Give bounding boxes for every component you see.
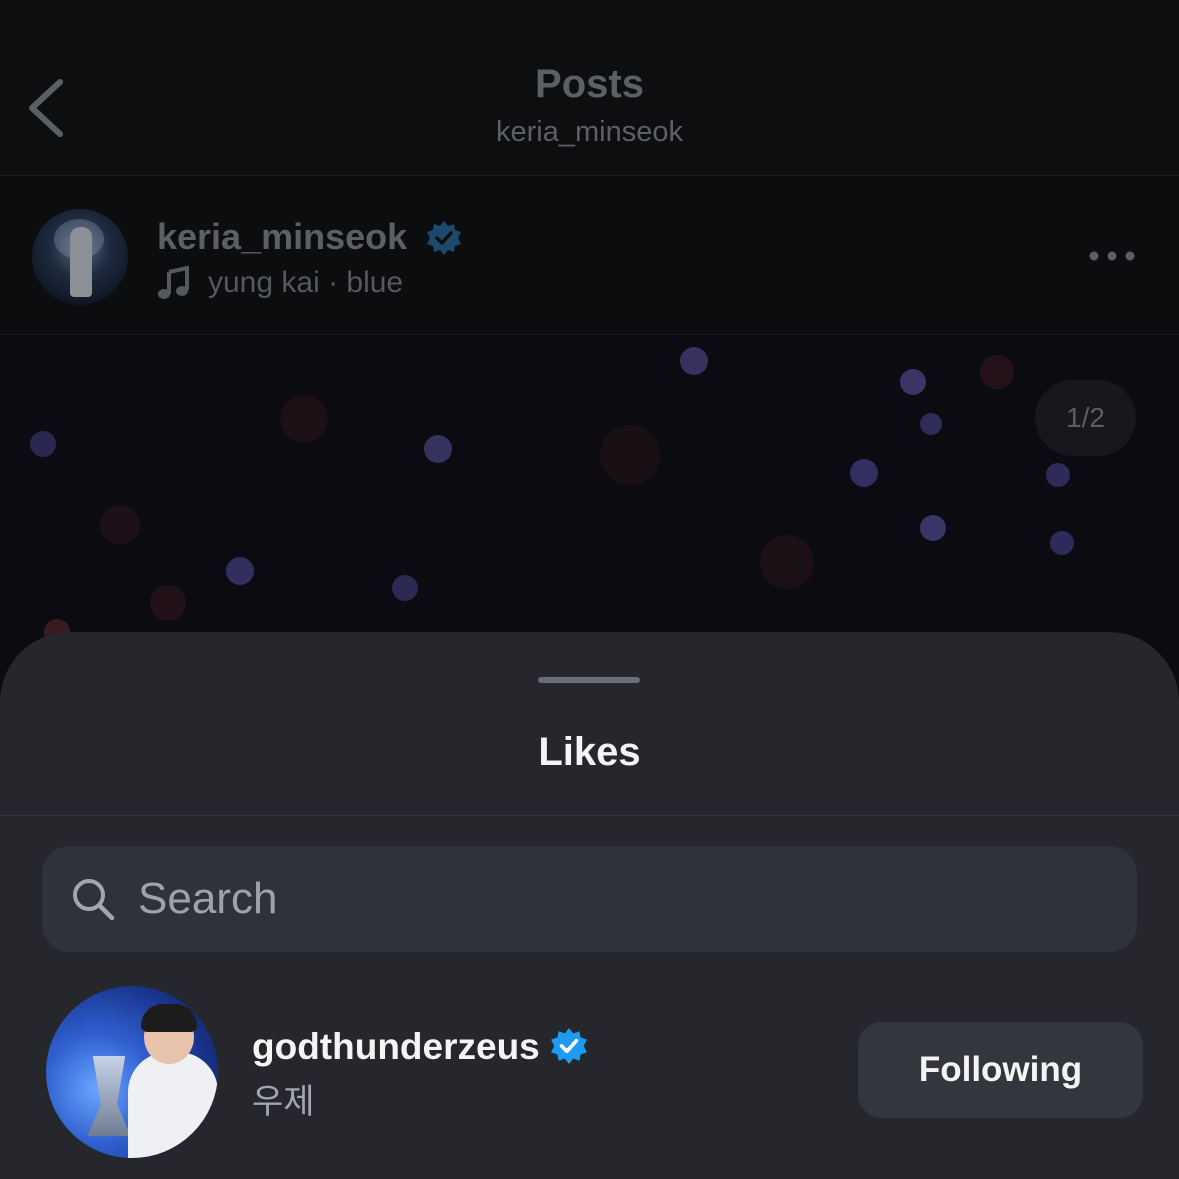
avatar[interactable]	[46, 986, 218, 1158]
bokeh-light	[1046, 463, 1070, 487]
bokeh-light	[1050, 531, 1074, 555]
post-music-label[interactable]: yung kai · blue	[208, 266, 403, 300]
more-options-icon[interactable]	[1086, 246, 1138, 266]
bokeh-light	[226, 557, 254, 585]
bokeh-light	[850, 459, 878, 487]
avatar-hair	[141, 1004, 197, 1032]
bokeh-light	[760, 535, 814, 589]
page-title: Posts	[535, 62, 644, 106]
bokeh-light	[424, 435, 452, 463]
post-author-username[interactable]: keria_minseok	[157, 216, 407, 258]
verified-badge-icon	[427, 221, 461, 255]
bokeh-light	[900, 369, 926, 395]
search-input[interactable]	[138, 866, 1038, 932]
avatar-figure	[70, 227, 92, 297]
page-subtitle: keria_minseok	[496, 116, 683, 148]
music-note-icon	[158, 266, 189, 299]
bokeh-light	[600, 425, 660, 485]
following-button[interactable]: Following	[858, 1022, 1143, 1118]
bokeh-light	[30, 431, 56, 457]
likes-sheet-title: Likes	[538, 730, 641, 774]
verified-badge-icon	[551, 1028, 587, 1064]
search-icon	[73, 879, 115, 921]
like-display-name: 우제	[252, 1083, 315, 1121]
bokeh-light	[100, 505, 140, 545]
avatar-shirt	[128, 1052, 218, 1158]
bokeh-light	[980, 355, 1014, 389]
bokeh-light	[150, 585, 186, 621]
sheet-divider	[0, 815, 1179, 816]
bokeh-light	[920, 413, 942, 435]
post-header: keria_minseok yung kai · blue	[0, 176, 1179, 335]
bokeh-light	[392, 575, 418, 601]
sheet-drag-handle[interactable]	[538, 677, 640, 683]
bokeh-light	[920, 515, 946, 541]
bokeh-light	[280, 395, 328, 443]
post-author-avatar[interactable]	[32, 209, 128, 305]
bokeh-light	[680, 347, 708, 375]
top-nav-bar: Posts keria_minseok	[0, 0, 1179, 176]
carousel-counter: 1/2	[1035, 380, 1136, 456]
like-username[interactable]: godthunderzeus	[252, 1026, 540, 1068]
